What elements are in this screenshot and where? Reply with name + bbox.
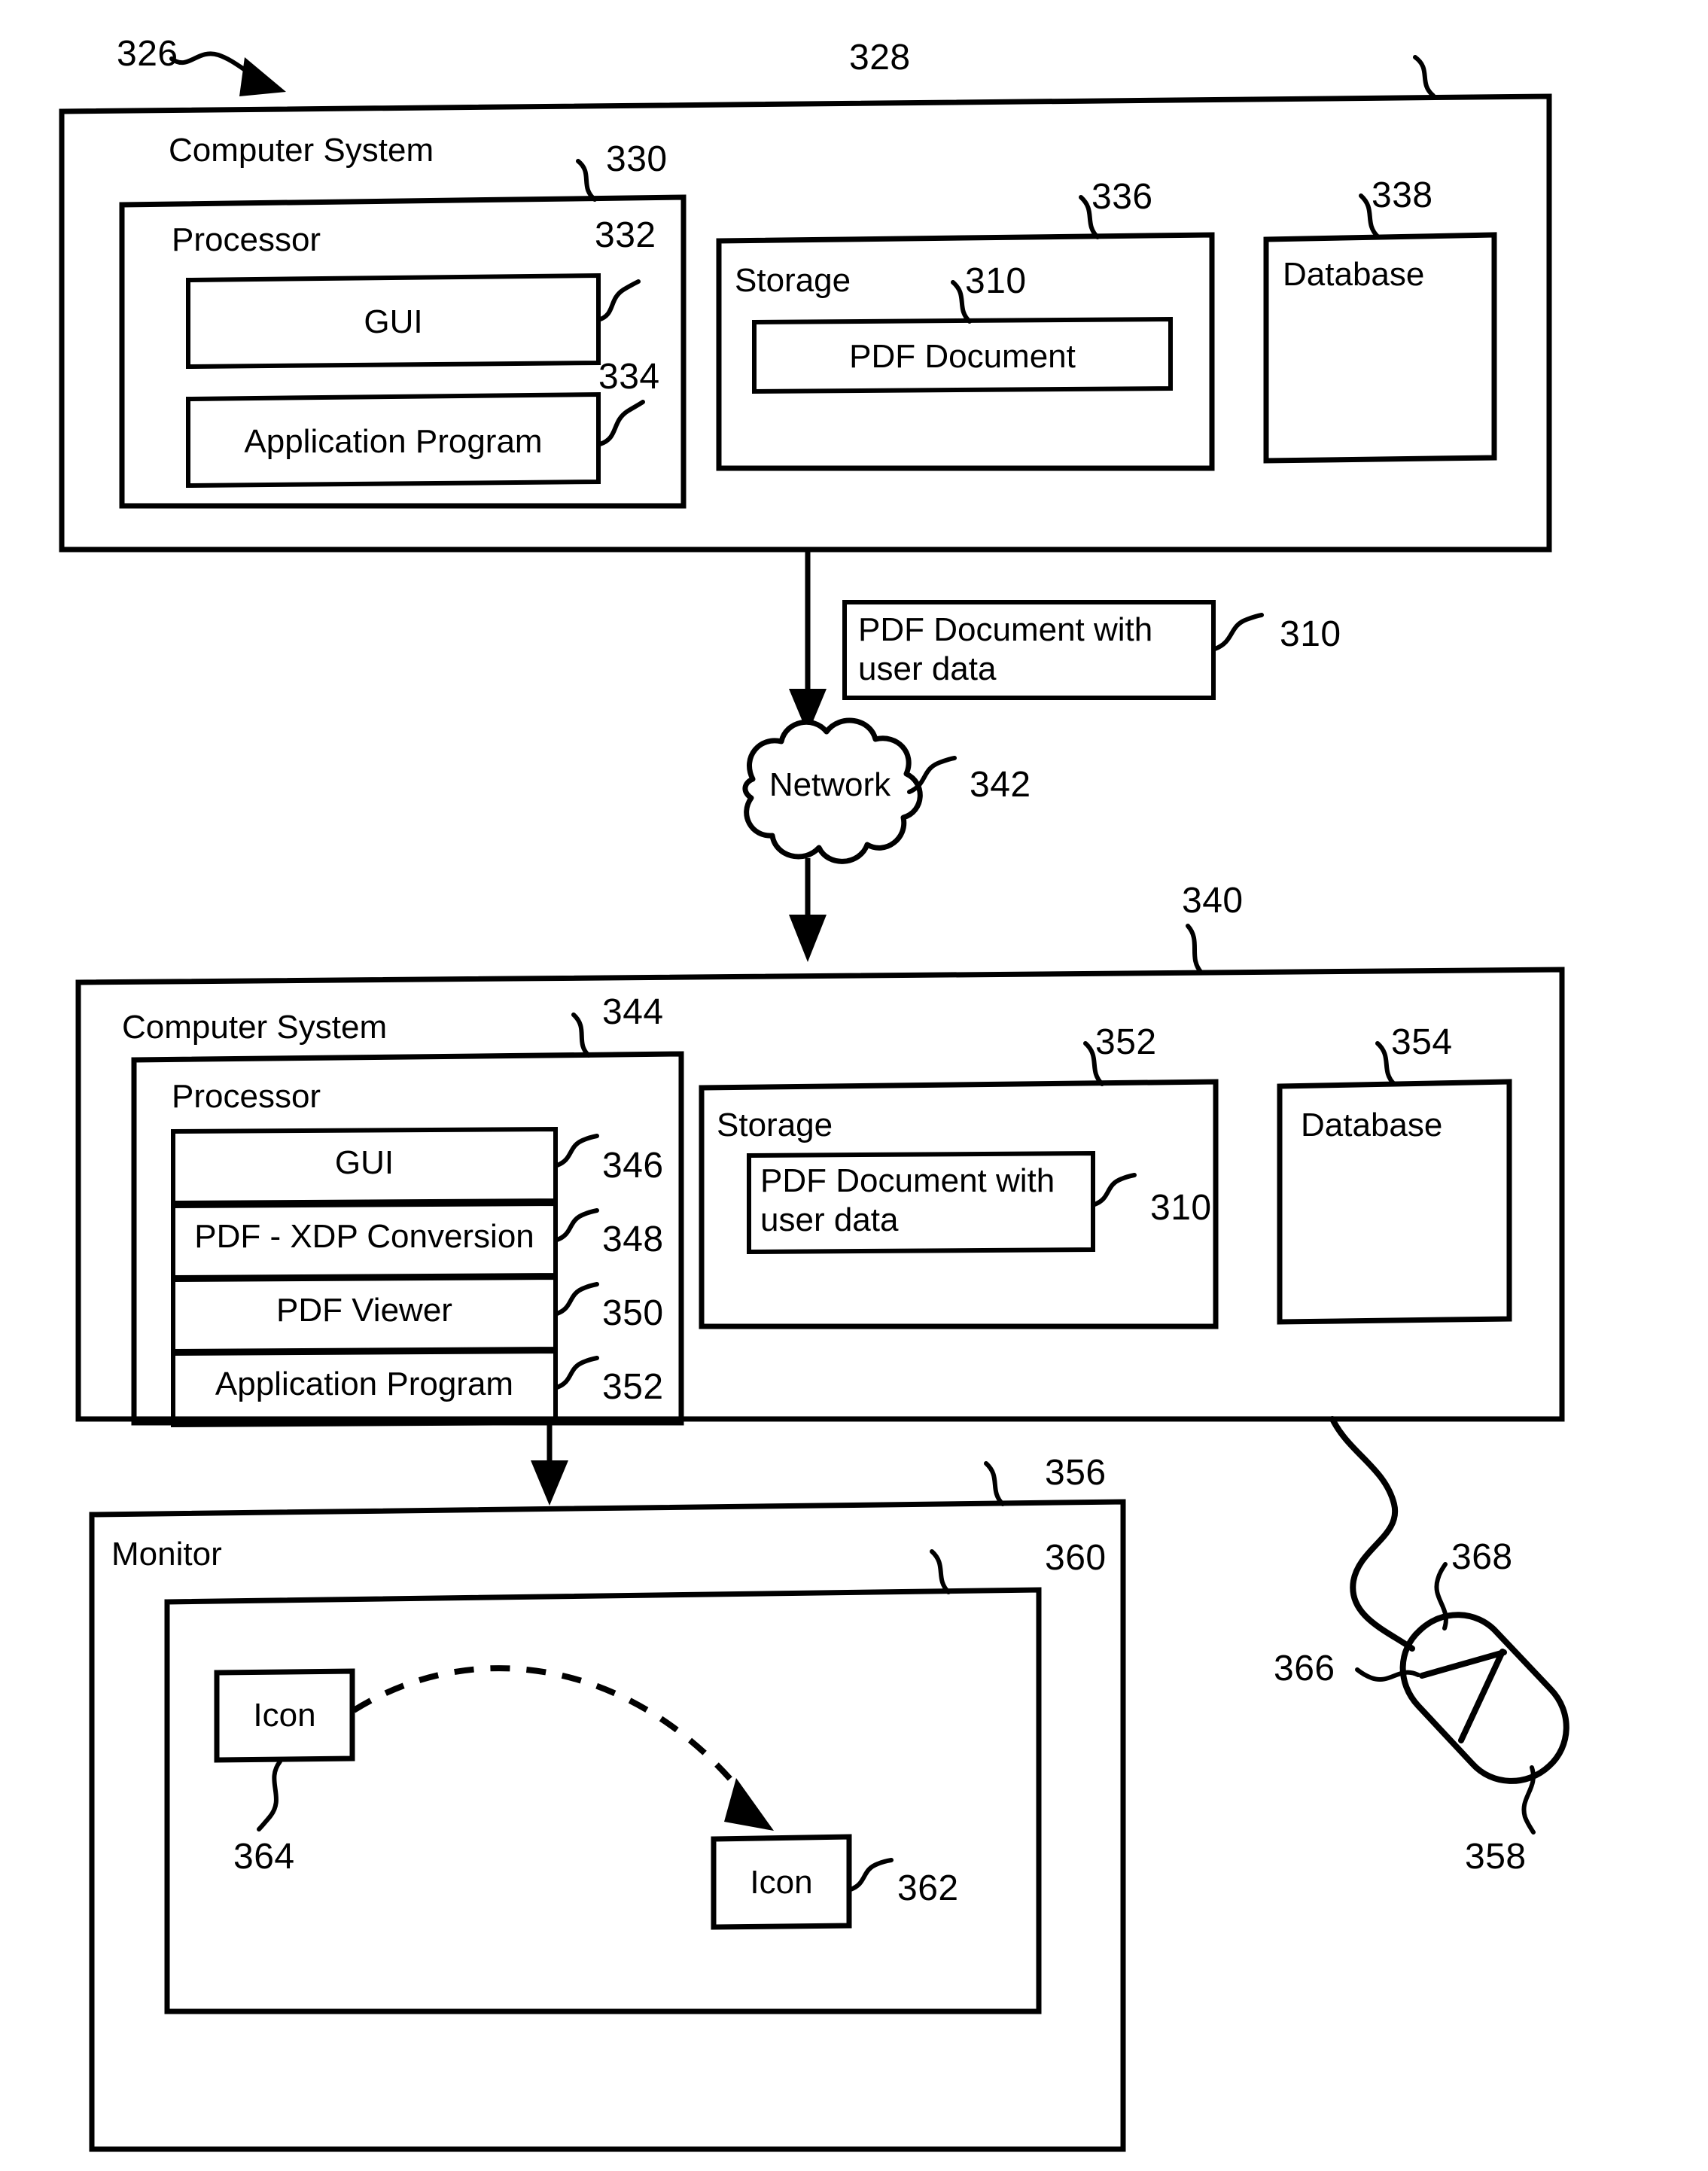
gui-346-label[interactable]: GUI xyxy=(173,1144,556,1181)
gui-332-label[interactable]: GUI xyxy=(188,303,598,340)
ref-340: 340 xyxy=(1182,881,1244,921)
storage-352-title: Storage xyxy=(717,1107,833,1143)
ref-310-storage: 310 xyxy=(1150,1188,1212,1228)
ref-356: 356 xyxy=(1045,1453,1107,1493)
ref-352-app: 352 xyxy=(602,1367,664,1407)
processor-330-title: Processor xyxy=(172,221,321,258)
flow-network-to-system xyxy=(789,858,827,962)
storage-336-outline xyxy=(716,195,1215,471)
ref-310-transfer: 310 xyxy=(1280,614,1341,654)
ref-354: 354 xyxy=(1391,1022,1453,1062)
drag-path-dashed xyxy=(352,1665,774,1831)
ref-366: 366 xyxy=(1274,1649,1335,1688)
ref-326: 326 xyxy=(117,34,178,74)
application-program-334-label[interactable]: Application Program xyxy=(188,423,598,460)
ref-310-top: 310 xyxy=(965,261,1027,301)
figure-callout-arrow xyxy=(169,51,286,96)
ref-344: 344 xyxy=(602,992,664,1032)
storage-pdf-310-line1: PDF Document with xyxy=(760,1162,1055,1199)
database-338-outline xyxy=(1263,193,1497,464)
ref-368: 368 xyxy=(1451,1537,1513,1577)
transfer-pdf-line1: PDF Document with xyxy=(858,611,1153,648)
computer-system-340-title: Computer System xyxy=(122,1009,388,1046)
icon-target-362-label[interactable]: Icon xyxy=(714,1864,849,1901)
storage-pdf-310-line2: user data xyxy=(760,1201,899,1238)
ref-330: 330 xyxy=(606,139,668,179)
icon-source-364-label[interactable]: Icon xyxy=(217,1697,352,1734)
ref-360: 360 xyxy=(1045,1538,1107,1578)
flow-system-to-monitor xyxy=(531,1423,568,1506)
ref-364: 364 xyxy=(233,1837,295,1877)
ref-348: 348 xyxy=(602,1219,664,1259)
pdf-viewer-350-label[interactable]: PDF Viewer xyxy=(173,1292,556,1329)
monitor-356-title: Monitor xyxy=(111,1536,222,1573)
pdf-document-310-label[interactable]: PDF Document xyxy=(754,338,1171,375)
ref-338: 338 xyxy=(1372,175,1433,215)
processor-344-title: Processor xyxy=(172,1078,321,1115)
icon-source-364-outline xyxy=(214,1668,355,1831)
pdf-xdp-conversion-348-label[interactable]: PDF - XDP Conversion xyxy=(173,1218,556,1255)
ref-334: 334 xyxy=(598,357,660,397)
ref-350: 350 xyxy=(602,1293,664,1333)
flow-system-to-network xyxy=(789,550,827,734)
mouse-358 xyxy=(1329,1416,1569,1835)
ref-346: 346 xyxy=(602,1146,664,1186)
application-program-352-label[interactable]: Application Program xyxy=(173,1366,556,1402)
ref-332: 332 xyxy=(595,215,656,255)
ref-352-storage: 352 xyxy=(1095,1022,1157,1062)
ref-358: 358 xyxy=(1465,1837,1527,1877)
computer-system-328-title: Computer System xyxy=(169,132,434,169)
ref-362: 362 xyxy=(897,1868,959,1908)
monitor-356-outline xyxy=(89,1461,1126,2152)
database-354-outline xyxy=(1277,1041,1512,1325)
database-354-title: Database xyxy=(1301,1107,1443,1143)
screen-360-outline xyxy=(164,1549,1042,2014)
ref-328: 328 xyxy=(849,38,911,78)
network-label: Network xyxy=(769,766,891,803)
ref-336: 336 xyxy=(1091,177,1153,217)
storage-336-title: Storage xyxy=(735,262,851,299)
database-338-title: Database xyxy=(1283,256,1425,293)
patent-figure-page: 326 328 Computer System 330 Processor 33… xyxy=(0,0,1708,2171)
transfer-pdf-line2: user data xyxy=(858,650,997,687)
ref-342: 342 xyxy=(970,765,1031,805)
